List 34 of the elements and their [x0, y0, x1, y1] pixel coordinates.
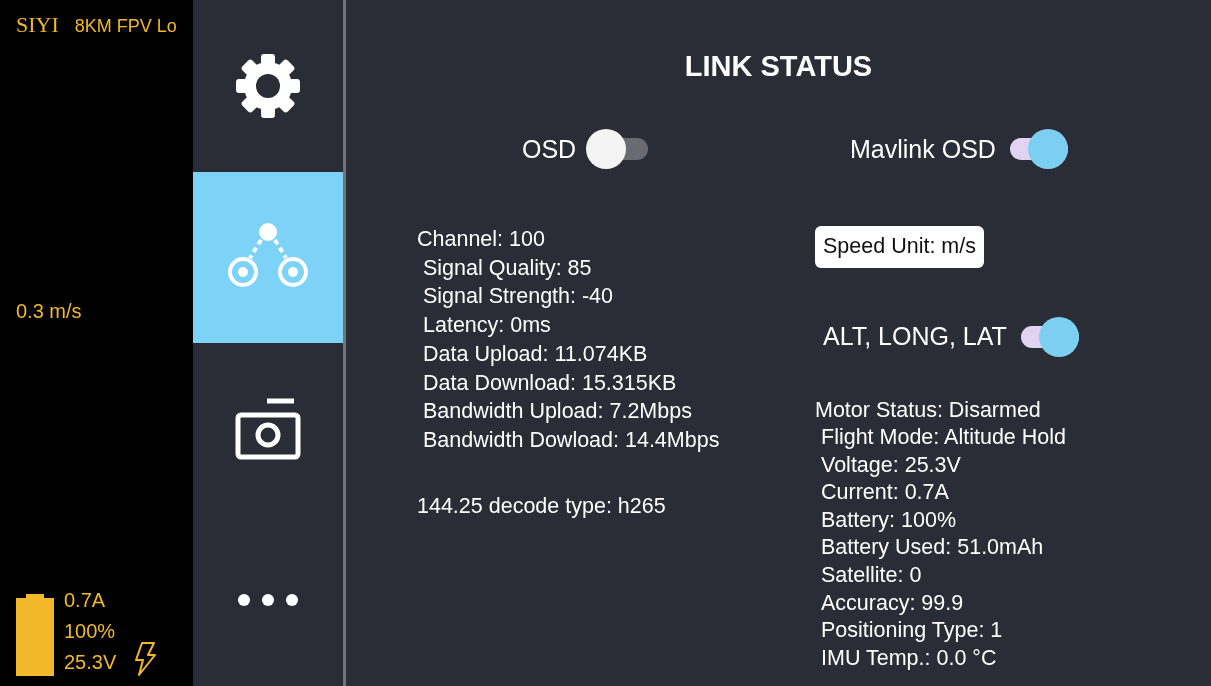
camera-icon: [235, 397, 301, 460]
battery-percent: 100%: [64, 619, 117, 644]
status-line: Battery: 100%: [820, 506, 958, 534]
status-line: Channel: 100: [417, 226, 546, 253]
speed-unit-button[interactable]: Speed Unit: m/s: [815, 226, 984, 268]
decode-info: 144.25 decode type: h265: [417, 493, 667, 519]
more-icon: [237, 593, 299, 608]
status-line: Current: 0.7A: [820, 479, 950, 507]
status-line: Signal Strength: -40: [422, 283, 615, 311]
status-line: Data Download: 15.315KB: [422, 369, 678, 397]
panel-title: LINK STATUS: [683, 50, 874, 83]
lightning-icon: [134, 642, 157, 676]
status-line: Bandwidth Dowload: 14.4Mbps: [422, 426, 721, 454]
status-line: Data Upload: 11.074KB: [422, 340, 649, 368]
toggle-label: ALT, LONG, LAT: [823, 322, 1007, 351]
status-line: Accuracy: 99.9: [820, 589, 965, 617]
toggle-label: OSD: [522, 134, 577, 164]
status-line: Latency: 0ms: [422, 312, 552, 340]
status-line: Battery Used: 51.0mAh: [820, 534, 1045, 562]
status-line: Flight Mode: Altitude Hold: [820, 424, 1067, 452]
status-line: Motor Status: Disarmed: [815, 396, 1042, 424]
status-line: Bandwidth Upload: 7.2Mbps: [422, 398, 693, 426]
status-line: Satellite: 0: [820, 562, 923, 590]
brand-logo: SIYI: [16, 12, 59, 38]
video-title: 8KM FPV Lo: [74, 16, 177, 37]
toggle-switch[interactable]: [586, 129, 649, 169]
status-line: Positioning Type: 1: [820, 617, 1004, 645]
status-line: Signal Quality: 85: [422, 254, 593, 282]
voltage-reading: 25.3V: [64, 650, 117, 675]
status-line: Voltage: 25.3V: [820, 451, 962, 479]
status-line: IMU Temp.: 0.0 °C: [820, 644, 998, 672]
speed-reading: 0.3 m/s: [16, 300, 83, 323]
current-reading: 0.7A: [64, 588, 107, 613]
toggle-label: Mavlink OSD: [850, 134, 996, 164]
